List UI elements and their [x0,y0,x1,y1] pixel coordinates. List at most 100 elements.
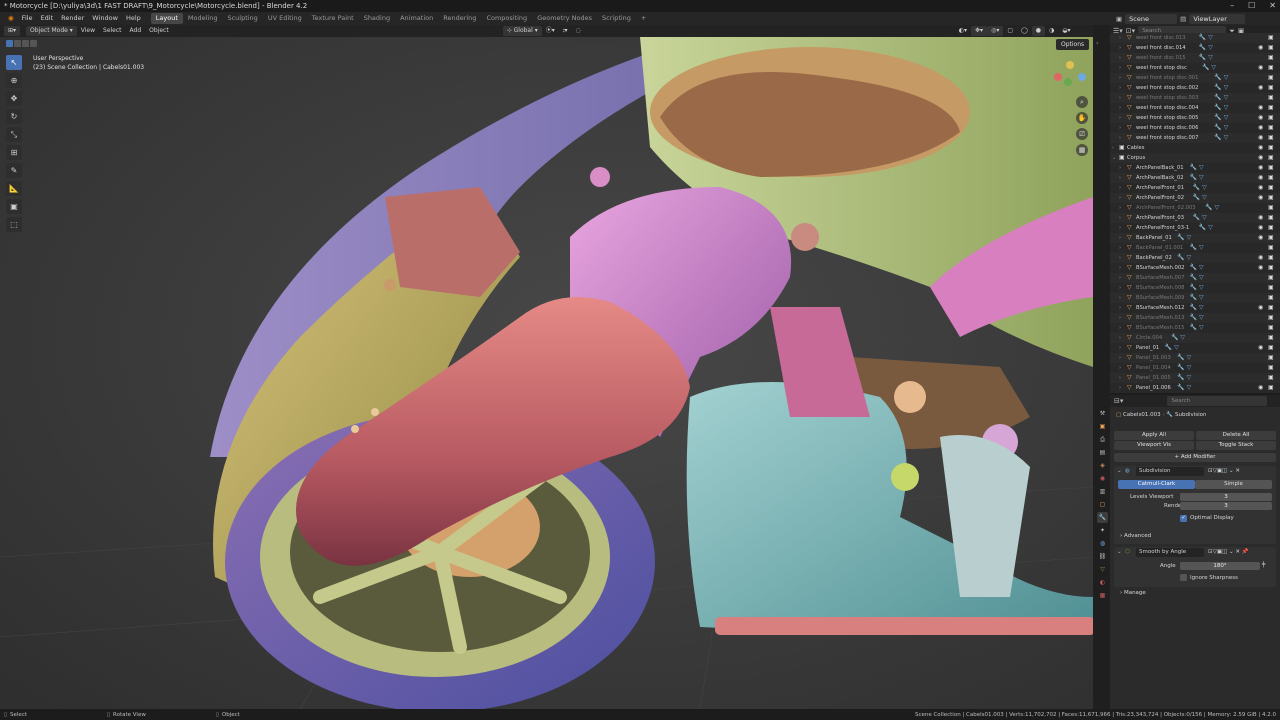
modifier-data-icons[interactable]: 🔧 ▽ [1193,193,1207,203]
scene-field[interactable]: Scene [1125,13,1178,24]
outliner-collection-row[interactable]: ⌄ ▣ Corpus ◉ ▣ [1110,153,1280,163]
outliner-object-row[interactable]: › ▽ BSurfaceMesh.009 🔧 ▽ ▣ [1110,293,1280,303]
render-levels-field[interactable]: 3 [1180,502,1272,510]
render-camera-icon[interactable]: ▣ [1268,173,1274,183]
eye-icon[interactable]: ◉ [1258,113,1263,123]
expand-arrow-icon[interactable]: › [1119,83,1121,93]
render-camera-icon[interactable]: ▣ [1268,83,1274,93]
tool-tab-icon[interactable]: ⚒ [1097,408,1108,419]
world-tab-icon[interactable]: ◉ [1097,473,1108,484]
pivot-icon[interactable]: ⦿▾ [542,26,559,36]
zoom-icon[interactable]: ⌕ [1076,96,1088,108]
modifier-data-icons[interactable]: 🔧 ▽ [1177,353,1191,363]
expand-arrow-icon[interactable]: ⌄ [1112,153,1116,163]
modifier-name-field[interactable]: Smooth by Angle [1136,548,1204,557]
sidebar-toggle-icon[interactable]: ‹ [1096,40,1098,47]
render-camera-icon[interactable]: ▣ [1268,263,1274,273]
menu-view[interactable]: View [77,26,99,36]
annotate-icon[interactable]: ✎ [6,163,22,178]
expand-arrow-icon[interactable]: › [1119,173,1121,183]
outliner-object-row[interactable]: › ▽ weel front disc.015 🔧 ▽ ▣ [1110,53,1280,63]
menu-edit[interactable]: Edit [37,12,58,25]
expand-arrow-icon[interactable]: › [1119,163,1121,173]
camera-view-icon[interactable]: ⎚ [1076,128,1088,140]
render-camera-icon[interactable]: ▣ [1268,343,1274,353]
render-camera-icon[interactable]: ▣ [1268,63,1274,73]
expand-arrow-icon[interactable]: › [1119,263,1121,273]
properties-editor-icon[interactable]: ⊟▾ [1114,397,1123,405]
outliner-object-row[interactable]: › ▽ BSurfaceMesh.007 🔧 ▽ ▣ [1110,273,1280,283]
modifier-data-icons[interactable]: 🔧 ▽ [1193,183,1207,193]
outliner-object-row[interactable]: › ▽ weel front stop disc.007 🔧 ▽ ◉ ▣ [1110,133,1280,143]
render-tab-icon[interactable]: ▣ [1097,421,1108,432]
render-camera-icon[interactable]: ▣ [1268,163,1274,173]
particles-tab-icon[interactable]: ✦ [1097,525,1108,536]
render-camera-icon[interactable]: ▣ [1268,133,1274,143]
render-camera-icon[interactable]: ▣ [1268,373,1274,383]
modifier-data-icons[interactable]: 🔧 ▽ [1199,43,1213,53]
proportional-edit-icon[interactable]: ◌ [572,26,585,36]
pan-hand-icon[interactable]: ✋ [1076,112,1088,124]
snap-icon[interactable]: ⦂▾ [559,26,572,36]
render-camera-icon[interactable]: ▣ [1268,73,1274,83]
render-camera-icon[interactable]: ▣ [1268,283,1274,293]
collapse-arrow-icon[interactable]: ⌄ [1117,549,1122,555]
outliner-object-row[interactable]: › ▽ Circle.004 🔧 ▽ ▣ [1110,333,1280,343]
eye-icon[interactable]: ◉ [1258,133,1263,143]
gizmo-icon[interactable]: ✥▾ [971,26,988,36]
render-camera-icon[interactable]: ▣ [1268,183,1274,193]
3d-viewport[interactable] [0,37,1093,709]
delete-all-button[interactable]: Delete All [1196,431,1276,440]
modifier-visibility-icons[interactable]: ⊡▽▣◫ ⌄ ✕ 📌 [1208,549,1249,555]
menu-select[interactable]: Select [99,26,126,36]
blender-logo-icon[interactable]: ◉ [4,12,18,25]
menu-window[interactable]: Window [88,12,122,25]
render-camera-icon[interactable]: ▣ [1268,113,1274,123]
render-camera-icon[interactable]: ▣ [1268,153,1274,163]
optimal-display-checkbox[interactable]: ✓ [1180,515,1187,522]
outliner-object-row[interactable]: › ▽ BackPanel_02 🔧 ▽ ◉ ▣ [1110,253,1280,263]
expand-arrow-icon[interactable]: › [1119,283,1121,293]
outliner-object-row[interactable]: › ▽ BSurfaceMesh.012 🔧 ▽ ◉ ▣ [1110,303,1280,313]
move-icon[interactable]: ✥ [6,91,22,106]
close-icon[interactable]: ✕ [1269,0,1276,12]
constraints-tab-icon[interactable]: ⛓ [1097,551,1108,562]
ortho-grid-icon[interactable]: ▦ [1076,144,1088,156]
add-workspace-button[interactable]: + [636,13,651,24]
expand-arrow-icon[interactable]: › [1119,103,1121,113]
expand-arrow-icon[interactable]: › [1119,343,1121,353]
modifier-data-icons[interactable]: 🔧 ▽ [1214,103,1228,113]
eye-icon[interactable]: ◉ [1258,383,1263,393]
modifier-data-icons[interactable]: 🔧 ▽ [1190,283,1204,293]
render-camera-icon[interactable]: ▣ [1268,293,1274,303]
measure-icon[interactable]: 📐 [6,181,22,196]
render-camera-icon[interactable]: ▣ [1268,363,1274,373]
modifier-data-icons[interactable]: 🔧 ▽ [1190,163,1204,173]
add-modifier-button[interactable]: + Add Modifier [1114,453,1276,462]
material-tab-icon[interactable]: ◐ [1097,577,1108,588]
tab-layout[interactable]: Layout [150,13,183,24]
eye-icon[interactable]: ◉ [1258,83,1263,93]
expand-arrow-icon[interactable]: › [1119,183,1121,193]
outliner-object-row[interactable]: › ▽ BackPanel_01.001 🔧 ▽ ▣ [1110,243,1280,253]
render-camera-icon[interactable]: ▣ [1268,303,1274,313]
eye-icon[interactable]: ◉ [1258,173,1263,183]
eye-icon[interactable]: ◉ [1258,183,1263,193]
modifier-data-icons[interactable]: 🔧 ▽ [1177,363,1191,373]
render-camera-icon[interactable]: ▣ [1268,223,1274,233]
texture-tab-icon[interactable]: ▦ [1097,590,1108,601]
tab-animation[interactable]: Animation [395,13,438,24]
modifier-data-icons[interactable]: 🔧 ▽ [1190,173,1204,183]
render-camera-icon[interactable]: ▣ [1268,103,1274,113]
maximize-icon[interactable]: ☐ [1248,0,1255,12]
add-cube-icon[interactable]: ▣ [6,199,22,214]
render-camera-icon[interactable]: ▣ [1268,33,1274,43]
modifier-data-icons[interactable]: 🔧 ▽ [1171,333,1185,343]
keyframe-icon[interactable]: ╪ [1262,562,1265,568]
data-tab-icon[interactable]: ▽ [1097,564,1108,575]
outliner-object-row[interactable]: › ▽ weel front disc.014 🔧 ▽ ◉ ▣ [1110,43,1280,53]
overlays-icon[interactable]: ◎▾ [987,26,1004,36]
eye-icon[interactable]: ◉ [1258,63,1263,73]
modifier-visibility-icons[interactable]: ⊡▽▣◫ ⌄ ✕ [1208,468,1240,474]
select-intersect-icon[interactable] [30,40,37,47]
